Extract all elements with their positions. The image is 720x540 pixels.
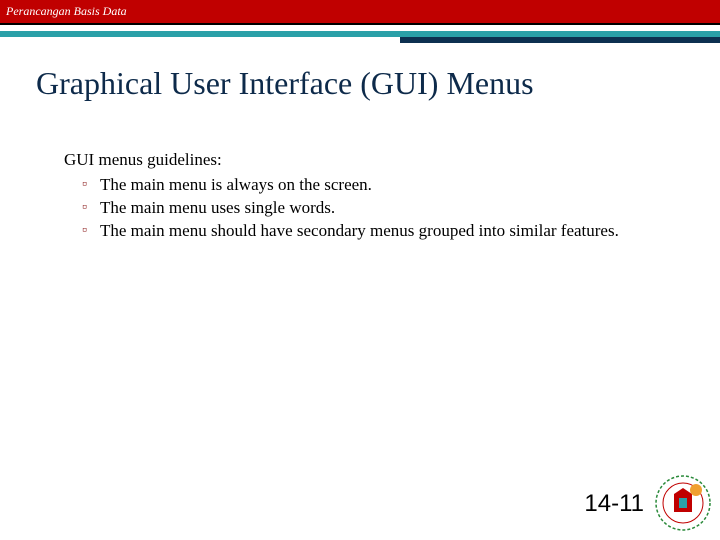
list-item: The main menu uses single words. [64,197,660,220]
bullet-list: The main menu is always on the screen. T… [64,174,660,243]
accent-stripes [0,31,720,47]
subheading: GUI menus guidelines: [64,150,660,170]
accent-navy [400,37,720,43]
page-title: Graphical User Interface (GUI) Menus [36,65,720,102]
list-item: The main menu should have secondary menu… [64,220,660,243]
content-area: GUI menus guidelines: The main menu is a… [64,150,660,243]
header-bar: Perancangan Basis Data [0,0,720,25]
course-name: Perancangan Basis Data [6,4,127,19]
page-number: 14-11 [584,490,644,518]
list-item: The main menu is always on the screen. [64,174,660,197]
university-logo-icon [654,474,712,532]
